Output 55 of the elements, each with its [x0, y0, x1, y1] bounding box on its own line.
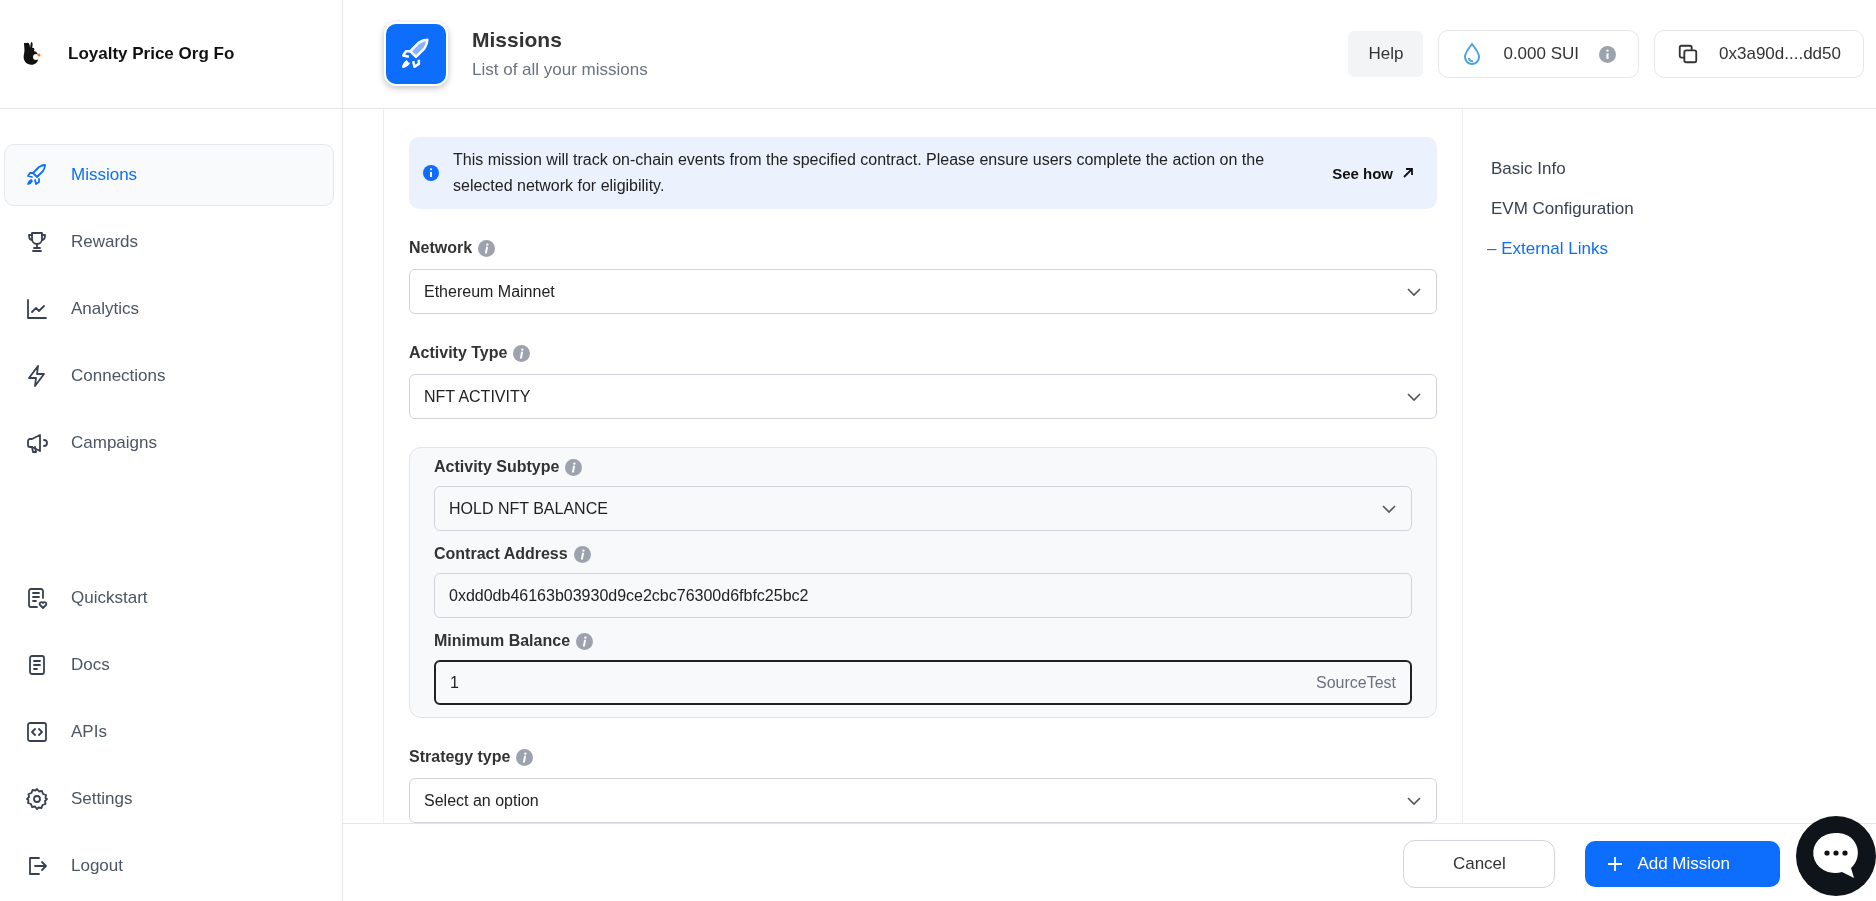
wallet-button[interactable]: 0x3a90d....dd50 — [1654, 30, 1864, 78]
field-label: Activity Type — [409, 344, 508, 362]
settings-icon — [25, 787, 49, 811]
see-how-link[interactable]: See how — [1332, 164, 1415, 182]
chat-bubble-icon[interactable] — [1796, 816, 1876, 896]
toc-link[interactable]: Basic Info — [1491, 157, 1634, 181]
trophy-icon — [25, 230, 49, 254]
cancel-button[interactable]: Cancel — [1403, 839, 1556, 888]
toc-link[interactable]: – External Links — [1487, 237, 1634, 261]
sidebar-item[interactable]: Logout — [4, 835, 334, 897]
banner-text: This mission will track on-chain events from the specified contract. Please ensure users complete the action on the selected network for eligibility. — [453, 150, 1266, 196]
sidebar-item[interactable]: Docs — [4, 634, 334, 696]
page-title: Missions — [472, 28, 563, 52]
copy-icon — [1677, 43, 1700, 65]
rocket-icon — [25, 163, 49, 187]
sidebar-item[interactable]: Campaigns — [4, 412, 334, 474]
balance-button[interactable]: 0.000 SUI — [1438, 30, 1640, 78]
line-chart-icon — [25, 297, 49, 321]
megaphone-icon — [25, 431, 49, 455]
select-field[interactable]: Ethereum Mainnet — [409, 269, 1437, 314]
field-label: Minimum Balance — [434, 632, 571, 650]
sidebar-item[interactable]: Quickstart — [4, 567, 334, 629]
info-icon — [516, 748, 534, 766]
info-icon — [573, 545, 591, 563]
info-icon — [513, 344, 531, 362]
page-subtitle: List of all your missions — [472, 60, 648, 80]
code-icon — [25, 720, 49, 744]
field-label: Contract Address — [434, 545, 568, 563]
select-field[interactable]: NFT ACTIVITY — [409, 374, 1437, 419]
select-field[interactable]: HOLD NFT BALANCE — [434, 486, 1412, 531]
info-icon — [423, 165, 439, 181]
select-field[interactable]: Select an option — [409, 778, 1437, 823]
help-button[interactable]: Help — [1348, 31, 1424, 77]
info-icon — [565, 458, 583, 476]
add-mission-button[interactable]: Add Mission — [1585, 840, 1780, 887]
field-label: Strategy type — [409, 748, 511, 766]
sidebar-item[interactable]: APIs — [4, 701, 334, 763]
sidebar-item[interactable]: Missions — [4, 144, 334, 206]
info-icon — [576, 632, 594, 650]
sidebar-item[interactable]: Settings — [4, 768, 334, 830]
sidebar-item[interactable]: Connections — [4, 345, 334, 407]
input-field[interactable]: 0xdd0db46163b03930d9ce2cbc76300d6fbfc25bc2 — [434, 573, 1412, 618]
sidebar-item[interactable]: Analytics — [4, 278, 334, 340]
field-label: Network — [409, 239, 473, 257]
plus-icon — [1607, 855, 1624, 872]
field-label: Activity Subtype — [434, 458, 560, 476]
document-heart-icon — [25, 586, 49, 610]
arrow-up-right-icon — [1401, 166, 1415, 180]
info-icon — [478, 239, 496, 257]
info-icon — [1599, 45, 1617, 63]
org-name: Loyalty Price Org Fo — [68, 44, 235, 64]
toc-link[interactable]: EVM Configuration — [1491, 197, 1634, 221]
sidebar-item[interactable]: Rewards — [4, 211, 334, 273]
input-field[interactable]: 1 SourceTest — [434, 660, 1412, 705]
rocket-icon — [384, 22, 448, 86]
